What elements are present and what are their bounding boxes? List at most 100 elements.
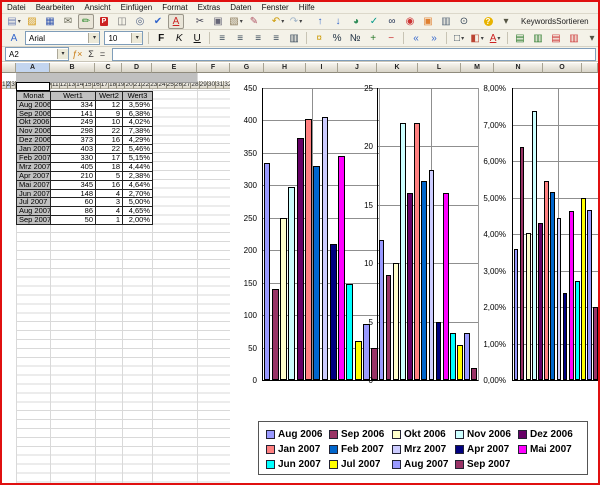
menu-item-format[interactable]: Format — [157, 3, 192, 12]
table-cell[interactable]: 5,15% — [123, 154, 153, 163]
increase-indent-icon[interactable]: » — [426, 31, 442, 46]
table-cell[interactable]: Apr 2007 — [17, 172, 51, 181]
column-header-E[interactable]: E — [152, 63, 197, 73]
table-cell[interactable]: Jan 2007 — [17, 145, 51, 154]
table-cell[interactable]: Okt 2006 — [17, 118, 51, 127]
page-preview-icon[interactable]: ◎ — [132, 14, 148, 29]
column-header-partial[interactable] — [582, 63, 598, 73]
row-header-29[interactable]: 29 — [200, 81, 208, 89]
menu-item-daten[interactable]: Daten — [225, 3, 256, 12]
chevron-down-icon[interactable]: ▾ — [461, 35, 464, 42]
table-cell[interactable]: 5,00% — [123, 198, 153, 207]
active-cell[interactable] — [16, 82, 50, 91]
italic-button[interactable]: K — [171, 31, 187, 46]
chevron-down-icon[interactable]: ▾ — [497, 35, 500, 42]
table-cell[interactable]: 2,38% — [123, 172, 153, 181]
table-cell[interactable]: 4,29% — [123, 136, 153, 145]
column-header-J[interactable]: J — [338, 63, 377, 73]
column-header-O[interactable]: O — [543, 63, 582, 73]
delete-decimal-icon[interactable]: − — [383, 31, 399, 46]
table-cell[interactable]: Mrz 2007 — [17, 163, 51, 172]
insert-chart-icon[interactable]: ◕ — [348, 14, 364, 29]
table-header-cell[interactable]: Monat — [17, 92, 51, 101]
table-cell[interactable]: 4,44% — [123, 163, 153, 172]
table-cell[interactable]: 22 — [96, 127, 123, 136]
table-cell[interactable]: Jul 2007 — [17, 198, 51, 207]
unterstrich-fett-button[interactable]: UnterstrichFett — [596, 15, 600, 28]
cell-reference-box[interactable]: A2 ▾ — [5, 47, 69, 61]
sort-ascending-icon[interactable]: ↑ — [312, 14, 328, 29]
format-paintbrush-icon[interactable]: ✎ — [246, 14, 262, 29]
delete-row-icon[interactable]: ▤ — [548, 31, 564, 46]
table-cell[interactable]: 22 — [96, 145, 123, 154]
table-cell[interactable]: 5 — [96, 172, 123, 181]
table-cell[interactable]: 4,65% — [123, 207, 153, 216]
keywords-sortieren-button[interactable]: KeywordsSortieren — [516, 15, 594, 28]
print-icon[interactable]: ◫ — [114, 14, 130, 29]
table-cell[interactable]: 4,02% — [123, 118, 153, 127]
new-document-icon[interactable]: ▤▾ — [6, 14, 22, 29]
spellcheck-icon[interactable]: ✔ — [150, 14, 166, 29]
table-cell[interactable]: 9 — [96, 110, 123, 119]
table-cell[interactable]: 60 — [51, 198, 96, 207]
table-cell[interactable]: Aug 2006 — [17, 101, 51, 110]
column-header-C[interactable]: C — [95, 63, 122, 73]
decrease-indent-icon[interactable]: « — [408, 31, 424, 46]
table-cell[interactable]: 17 — [96, 154, 123, 163]
charts-area[interactable]: 450400350300250200150100500 2520151050 8… — [230, 73, 598, 483]
table-cell[interactable]: 4,64% — [123, 181, 153, 190]
table-cell[interactable]: 86 — [51, 207, 96, 216]
column-header-A[interactable]: A — [16, 63, 50, 73]
table-cell[interactable]: 16 — [96, 181, 123, 190]
align-center-icon[interactable]: ≡ — [232, 31, 248, 46]
table-cell[interactable]: 3,59% — [123, 101, 153, 110]
table-header-cell[interactable]: Wert3 — [123, 92, 153, 101]
menu-item-fenster[interactable]: Fenster — [257, 3, 294, 12]
paste-icon[interactable]: ▧▾ — [228, 14, 244, 29]
gallery-icon[interactable]: ▣ — [420, 14, 436, 29]
standard-format-icon[interactable]: № — [347, 31, 363, 46]
table-cell[interactable]: 1 — [96, 216, 123, 225]
table-cell[interactable]: 334 — [51, 101, 96, 110]
currency-format-icon[interactable]: ¤ — [311, 31, 327, 46]
table-cell[interactable]: 345 — [51, 181, 96, 190]
table-cell[interactable]: 10 — [96, 118, 123, 127]
font-color-icon[interactable]: A▾ — [487, 31, 503, 46]
table-cell[interactable]: 2,00% — [123, 216, 153, 225]
chevron-down-icon[interactable]: ▾ — [131, 33, 142, 43]
chevron-down-icon[interactable]: ▾ — [88, 33, 99, 43]
column-header-G[interactable]: G — [230, 63, 264, 73]
formula-input[interactable] — [112, 48, 596, 61]
table-cell[interactable]: Jun 2007 — [17, 190, 51, 199]
find-replace-icon[interactable]: ∞ — [384, 14, 400, 29]
column-header-D[interactable]: D — [122, 63, 152, 73]
formula-icon[interactable]: = — [100, 49, 105, 59]
bold-button[interactable]: F — [153, 31, 169, 46]
column-header-L[interactable]: L — [418, 63, 461, 73]
select-all-corner[interactable] — [2, 63, 16, 73]
table-cell[interactable]: 405 — [51, 163, 96, 172]
help-icon[interactable]: ? — [480, 14, 496, 29]
menu-item-hilfe[interactable]: Hilfe — [294, 3, 320, 12]
table-cell[interactable]: 330 — [51, 154, 96, 163]
insert-row-icon[interactable]: ▤ — [512, 31, 528, 46]
delete-column-icon[interactable]: ▥ — [566, 31, 582, 46]
merge-cells-icon[interactable]: ▥ — [286, 31, 302, 46]
column-header-H[interactable]: H — [264, 63, 306, 73]
sort-descending-icon[interactable]: ↓ — [330, 14, 346, 29]
table-header-cell[interactable]: Wert2 — [96, 92, 123, 101]
table-cell[interactable]: 12 — [96, 101, 123, 110]
font-size-combo[interactable]: 10▾ — [104, 31, 143, 45]
column-header-I[interactable]: I — [306, 63, 338, 73]
align-right-icon[interactable]: ≡ — [250, 31, 266, 46]
copy-icon[interactable]: ▣ — [210, 14, 226, 29]
table-cell[interactable]: 2,70% — [123, 190, 153, 199]
chevron-down-icon[interactable]: ▾ — [299, 18, 302, 25]
edit-file-icon[interactable]: ✏ — [78, 14, 94, 29]
table-cell[interactable]: 141 — [51, 110, 96, 119]
chevron-down-icon[interactable]: ▾ — [281, 18, 284, 25]
table-cell[interactable]: 5,46% — [123, 145, 153, 154]
sum-icon[interactable]: Σ — [88, 49, 94, 59]
auto-spellcheck-icon[interactable]: A — [168, 14, 184, 29]
font-name-combo[interactable]: Arial▾ — [25, 31, 100, 45]
